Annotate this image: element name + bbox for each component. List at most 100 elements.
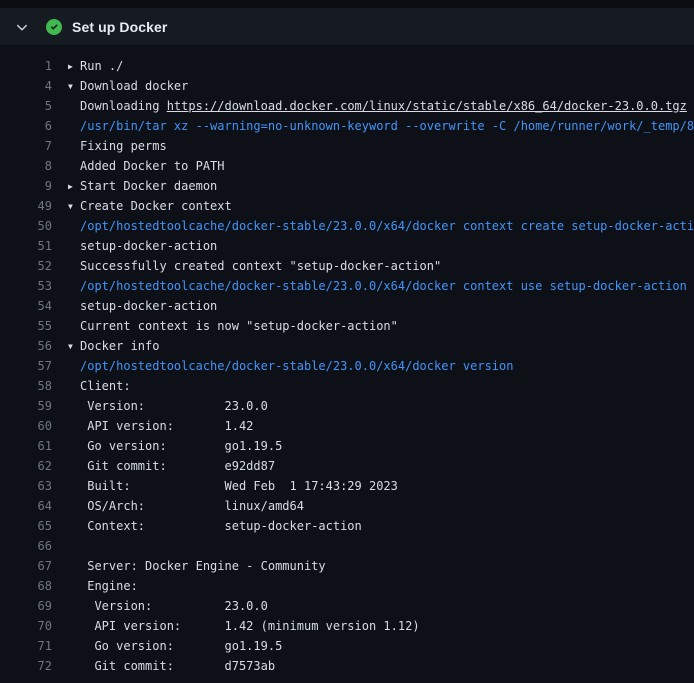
line-number[interactable]: 55 xyxy=(0,316,52,336)
line-number[interactable]: 59 xyxy=(0,396,52,416)
log-group-header: ▼Docker info xyxy=(52,336,159,356)
log-text: setup-docker-action xyxy=(52,236,217,256)
step-header[interactable]: Set up Docker xyxy=(0,8,694,45)
log-line: 62 Git commit: e92dd87 xyxy=(0,456,694,476)
log-text: Go version: go1.19.5 xyxy=(52,436,282,456)
log-line: 8Added Docker to PATH xyxy=(0,156,694,176)
line-number[interactable]: 50 xyxy=(0,216,52,236)
line-number[interactable]: 70 xyxy=(0,616,52,636)
line-number[interactable]: 68 xyxy=(0,576,52,596)
log-group-header: ▶Start Docker daemon xyxy=(52,176,217,196)
log-line: 7Fixing perms xyxy=(0,136,694,156)
log-text: Built: Wed Feb 1 17:43:29 2023 xyxy=(52,476,398,496)
log-text: API version: 1.42 (minimum version 1.12) xyxy=(52,616,420,636)
log-command-text: /usr/bin/tar xz --warning=no-unknown-key… xyxy=(52,116,694,136)
log-line: 64 OS/Arch: linux/amd64 xyxy=(0,496,694,516)
line-number[interactable]: 69 xyxy=(0,596,52,616)
line-number[interactable]: 54 xyxy=(0,296,52,316)
line-number[interactable]: 57 xyxy=(0,356,52,376)
line-number[interactable]: 64 xyxy=(0,496,52,516)
log-text xyxy=(52,536,80,556)
log-text: OS/Arch: linux/amd64 xyxy=(52,496,304,516)
line-number[interactable]: 66 xyxy=(0,536,52,556)
line-number[interactable]: 56 xyxy=(0,336,52,356)
log-line: 59 Version: 23.0.0 xyxy=(0,396,694,416)
log-line[interactable]: 56▼Docker info xyxy=(0,336,694,356)
log-line[interactable]: 1▶Run ./ xyxy=(0,56,694,76)
log-lines: 1▶Run ./4▼Download docker5Downloading ht… xyxy=(0,45,694,683)
line-number[interactable]: 7 xyxy=(0,136,52,156)
log-text: Successfully created context "setup-dock… xyxy=(52,256,441,276)
line-number[interactable]: 72 xyxy=(0,656,52,676)
line-number[interactable]: 8 xyxy=(0,156,52,176)
log-text: Git commit: e92dd87 xyxy=(52,456,275,476)
group-collapsed-icon: ▶ xyxy=(68,177,80,196)
log-text: Context: setup-docker-action xyxy=(52,516,362,536)
line-number[interactable]: 53 xyxy=(0,276,52,296)
line-number[interactable]: 63 xyxy=(0,476,52,496)
actions-log-viewer: Set up Docker 1▶Run ./4▼Download docker5… xyxy=(0,0,694,683)
line-number[interactable]: 52 xyxy=(0,256,52,276)
log-group-header: ▼Create Docker context xyxy=(52,196,232,216)
line-number[interactable]: 71 xyxy=(0,636,52,656)
log-line: 72 Git commit: d7573ab xyxy=(0,656,694,676)
log-text: Engine: xyxy=(52,576,138,596)
log-line: 68 Engine: xyxy=(0,576,694,596)
log-group-label: Create Docker context xyxy=(80,199,232,213)
line-number[interactable]: 1 xyxy=(0,56,52,76)
log-line: 60 API version: 1.42 xyxy=(0,416,694,436)
log-text: API version: 1.42 xyxy=(52,416,253,436)
line-number[interactable]: 65 xyxy=(0,516,52,536)
log-text: Git commit: d7573ab xyxy=(52,656,275,676)
log-text: Go version: go1.19.5 xyxy=(52,636,282,656)
log-line: 70 API version: 1.42 (minimum version 1.… xyxy=(0,616,694,636)
top-strip xyxy=(0,0,694,8)
log-group-label: Run ./ xyxy=(80,59,123,73)
log-text: Server: Docker Engine - Community xyxy=(52,556,326,576)
log-group-label: Docker info xyxy=(80,339,159,353)
line-number[interactable]: 60 xyxy=(0,416,52,436)
line-number[interactable]: 5 xyxy=(0,96,52,116)
line-number[interactable]: 62 xyxy=(0,456,52,476)
log-line: 69 Version: 23.0.0 xyxy=(0,596,694,616)
log-line: 52Successfully created context "setup-do… xyxy=(0,256,694,276)
line-number[interactable]: 51 xyxy=(0,236,52,256)
group-expanded-icon: ▼ xyxy=(68,337,80,356)
log-text: Current context is now "setup-docker-act… xyxy=(52,316,398,336)
line-number[interactable]: 67 xyxy=(0,556,52,576)
log-group-header: ▶Run ./ xyxy=(52,56,123,76)
log-line[interactable]: 49▼Create Docker context xyxy=(0,196,694,216)
line-number[interactable]: 58 xyxy=(0,376,52,396)
log-line: 51setup-docker-action xyxy=(0,236,694,256)
log-line: 58Client: xyxy=(0,376,694,396)
log-line[interactable]: 9▶Start Docker daemon xyxy=(0,176,694,196)
line-number[interactable]: 9 xyxy=(0,176,52,196)
log-line: 66 xyxy=(0,536,694,556)
line-number[interactable]: 49 xyxy=(0,196,52,216)
group-expanded-icon: ▼ xyxy=(68,197,80,216)
line-number[interactable]: 6 xyxy=(0,116,52,136)
line-number[interactable]: 61 xyxy=(0,436,52,456)
line-number[interactable]: 4 xyxy=(0,76,52,96)
step-title: Set up Docker xyxy=(72,19,167,35)
log-line: 67 Server: Docker Engine - Community xyxy=(0,556,694,576)
log-line: 6/usr/bin/tar xz --warning=no-unknown-ke… xyxy=(0,116,694,136)
log-text: setup-docker-action xyxy=(52,296,217,316)
log-line: 53/opt/hostedtoolcache/docker-stable/23.… xyxy=(0,276,694,296)
log-line: 57/opt/hostedtoolcache/docker-stable/23.… xyxy=(0,356,694,376)
log-url-link[interactable]: https://download.docker.com/linux/static… xyxy=(167,99,687,113)
log-line: 54setup-docker-action xyxy=(0,296,694,316)
check-circle-success-icon xyxy=(46,19,62,35)
log-text: Client: xyxy=(52,376,131,396)
log-line: 65 Context: setup-docker-action xyxy=(0,516,694,536)
log-command-text: /opt/hostedtoolcache/docker-stable/23.0.… xyxy=(52,276,687,296)
group-expanded-icon: ▼ xyxy=(68,77,80,96)
chevron-down-icon[interactable] xyxy=(14,19,30,35)
log-line[interactable]: 4▼Download docker xyxy=(0,76,694,96)
log-group-label: Download docker xyxy=(80,79,188,93)
log-text: Version: 23.0.0 xyxy=(52,596,268,616)
log-line: 61 Go version: go1.19.5 xyxy=(0,436,694,456)
log-line: 5Downloading https://download.docker.com… xyxy=(0,96,694,116)
log-line: 71 Go version: go1.19.5 xyxy=(0,636,694,656)
log-group-header: ▼Download docker xyxy=(52,76,188,96)
